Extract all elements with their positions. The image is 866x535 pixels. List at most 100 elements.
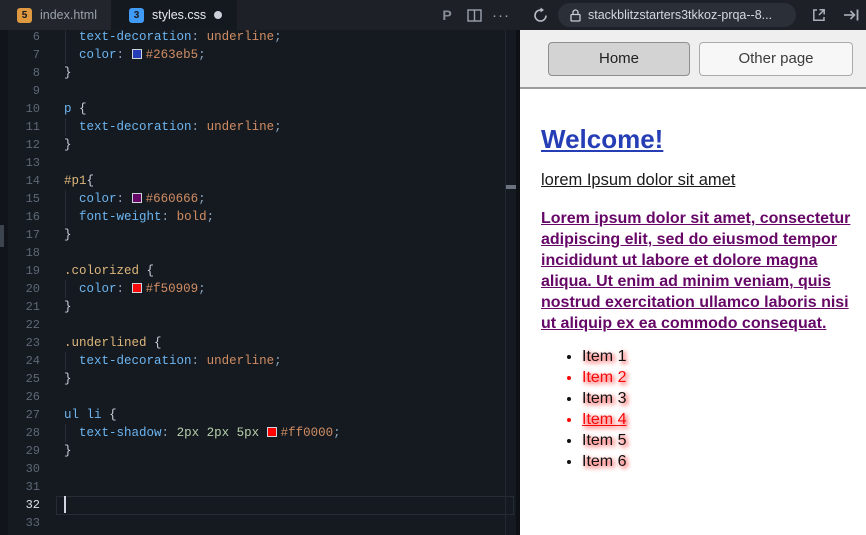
token-ws — [229, 426, 237, 440]
line-content: } — [64, 442, 72, 460]
line-content: p { — [64, 100, 87, 118]
token-pun: ; — [274, 120, 282, 134]
code-line[interactable]: 16 font-weight: bold; — [0, 208, 518, 226]
code-line[interactable]: 30 — [0, 460, 518, 478]
line-number: 22 — [25, 318, 40, 332]
tab-label: styles.css — [151, 8, 207, 22]
token-pun: ; — [198, 282, 206, 296]
line-content: color: #660666; — [64, 190, 206, 208]
line-number: 11 — [25, 120, 40, 134]
code-line[interactable]: 25} — [0, 370, 518, 388]
token-prop: color — [79, 192, 117, 206]
more-options-icon[interactable]: ··· — [489, 0, 513, 30]
token-brace: } — [64, 228, 72, 242]
code-line[interactable]: 6 text-decoration: underline; — [0, 30, 518, 46]
code-line[interactable]: 24 text-decoration: underline; — [0, 352, 518, 370]
token-ws — [124, 282, 132, 296]
token-ws — [139, 264, 147, 278]
code-line[interactable]: 26 — [0, 388, 518, 406]
code-line[interactable]: 13 — [0, 154, 518, 172]
code-line[interactable]: 22 — [0, 316, 518, 334]
token-pun: : — [191, 120, 200, 134]
color-swatch-icon[interactable] — [266, 427, 277, 437]
token-brace: } — [64, 66, 72, 80]
token-num: 2px — [206, 426, 230, 440]
token-ws — [259, 426, 267, 440]
code-line[interactable]: 11 text-decoration: underline; — [0, 118, 518, 136]
token-pun: : — [191, 30, 200, 44]
line-number: 28 — [25, 426, 40, 440]
token-ws — [199, 426, 207, 440]
token-pun: ; — [333, 426, 341, 440]
move-panel-icon[interactable] — [838, 0, 864, 30]
code-line[interactable]: 21} — [0, 298, 518, 316]
token-ws — [79, 408, 87, 422]
line-number: 14 — [25, 174, 40, 188]
color-swatch-icon[interactable] — [131, 283, 142, 293]
code-line[interactable]: 17} — [0, 226, 518, 244]
code-line[interactable]: 29} — [0, 442, 518, 460]
line-content: ul li { — [64, 406, 117, 424]
code-line[interactable]: 18 — [0, 244, 518, 262]
split-editor-icon[interactable] — [462, 0, 486, 30]
list-item: Item 6 — [582, 453, 845, 474]
line-content: #p1{ — [64, 172, 94, 190]
line-content: text-decoration: underline; — [64, 118, 282, 136]
code-editor[interactable]: 6 text-decoration: underline; 7 color: #2… — [0, 30, 518, 535]
line-number: 12 — [25, 138, 40, 152]
code-line[interactable]: 8} — [0, 64, 518, 82]
line-content: } — [64, 298, 72, 316]
token-num: 5px — [236, 426, 260, 440]
editor-scrollbar-track[interactable] — [505, 30, 506, 535]
token-pun: ; — [198, 48, 206, 62]
token-val: underline — [206, 120, 275, 134]
code-line[interactable]: 31 — [0, 478, 518, 496]
code-line[interactable]: 15 color: #660666; — [0, 190, 518, 208]
token-selc: .underlined — [64, 336, 147, 350]
refresh-icon[interactable] — [527, 0, 553, 30]
code-line[interactable]: 9 — [0, 82, 518, 100]
code-line[interactable]: 7 color: #263eb5; — [0, 46, 518, 64]
lorem-paragraph: Lorem ipsum dolor sit amet, consectetur … — [541, 210, 851, 332]
line-number: 6 — [32, 30, 40, 44]
color-swatch-icon[interactable] — [131, 193, 142, 203]
code-line[interactable]: 14 #p1{ — [0, 172, 518, 190]
modified-dot-icon[interactable] — [214, 11, 223, 19]
tab-index.html[interactable]: 5 index.html — [0, 0, 112, 30]
token-ws — [199, 354, 207, 368]
token-pun: ; — [274, 354, 282, 368]
code-line[interactable]: 28 text-shadow: 2px 2px 5px #ff0000; — [0, 424, 518, 442]
token-ws — [199, 30, 207, 44]
code-line[interactable]: 32 — [0, 496, 518, 515]
token-ws — [64, 210, 79, 224]
line-number: 24 — [25, 354, 40, 368]
other-page-button[interactable]: Other page — [699, 41, 853, 76]
token-val: #263eb5 — [145, 48, 199, 62]
preview-content: Welcome! lorem Ipsum dolor sit amet Lore… — [520, 89, 866, 474]
open-external-icon[interactable] — [806, 0, 832, 30]
code-line[interactable]: 12} — [0, 136, 518, 154]
line-number: 29 — [25, 444, 40, 458]
line-number: 20 — [25, 282, 40, 296]
code-line[interactable]: 33 — [0, 514, 518, 532]
code-line[interactable]: 19 .colorized { — [0, 262, 518, 280]
color-swatch-icon[interactable] — [131, 49, 142, 59]
open-external-glyph — [813, 9, 825, 21]
tab-styles.css[interactable]: 3 styles.css — [111, 0, 238, 30]
text-cursor — [64, 496, 66, 513]
url-bar[interactable]: stackblitzstarters3tkkoz-prqa--8... — [558, 3, 796, 27]
code-line[interactable]: 23 .underlined { — [0, 334, 518, 352]
home-button[interactable]: Home — [548, 41, 690, 76]
prettier-icon[interactable]: P — [436, 0, 458, 30]
line-number: 18 — [25, 246, 40, 260]
line-number: 30 — [25, 462, 40, 476]
code-line[interactable]: 10 p { — [0, 100, 518, 118]
list-item: Item 3 — [582, 390, 845, 411]
list-item: Item 2 — [582, 369, 845, 390]
token-pun: ; — [206, 210, 215, 224]
line-content: } — [64, 226, 72, 244]
code-line[interactable]: 20 color: #f50909; — [0, 280, 518, 298]
token-brace: } — [64, 138, 72, 152]
line-content: text-decoration: underline; — [64, 30, 282, 46]
code-line[interactable]: 27 ul li { — [0, 406, 518, 424]
